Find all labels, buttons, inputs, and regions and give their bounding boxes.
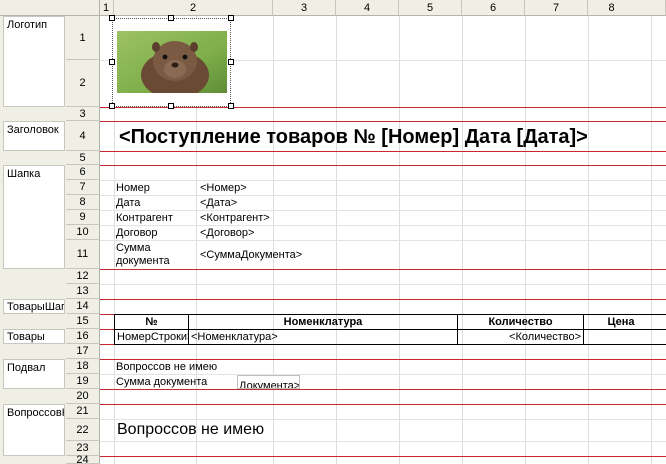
sheet-corner[interactable] — [0, 0, 100, 16]
row-header-5[interactable]: 5 — [66, 151, 100, 165]
footer-sum-value-cell[interactable]: Документа> — [237, 375, 300, 389]
row-header-16[interactable]: 16 — [66, 329, 100, 344]
field-label-date[interactable]: Дата — [116, 197, 140, 210]
grid-line — [100, 374, 666, 375]
row-header-24[interactable]: 24 — [66, 454, 100, 464]
field-value-date[interactable]: <Дата> — [200, 197, 237, 210]
field-value-number[interactable]: <Номер> — [200, 182, 247, 195]
row-header-11[interactable]: 11 — [66, 240, 100, 269]
section-boundary — [66, 359, 666, 360]
section-boundary — [66, 456, 666, 457]
row-header-6[interactable]: 6 — [66, 165, 100, 180]
section-boundary — [66, 107, 666, 108]
grid-line — [100, 210, 666, 211]
field-label-counterparty[interactable]: Контрагент — [116, 212, 173, 225]
resize-handle[interactable] — [109, 59, 115, 65]
group-goods-header[interactable]: ТоварыШапка — [3, 299, 65, 314]
document-title[interactable]: <Поступление товаров № [Номер] Дата [Дат… — [119, 126, 588, 148]
grid-line — [100, 419, 666, 420]
resize-handle[interactable] — [168, 15, 174, 21]
footer-sum-value: Документа> — [239, 380, 300, 389]
table-header-price[interactable]: Цена — [583, 314, 666, 330]
row-header-3[interactable]: 3 — [66, 107, 100, 121]
column-header-5[interactable]: 5 — [399, 0, 462, 16]
row-header-9[interactable]: 9 — [66, 210, 100, 225]
column-header-2[interactable]: 2 — [114, 0, 273, 16]
table-header-quantity[interactable]: Количество — [457, 314, 584, 330]
field-label-number[interactable]: Номер — [116, 182, 150, 195]
column-header-8[interactable]: 8 — [588, 0, 666, 16]
questions-text[interactable]: Вопроссов не имею — [117, 421, 264, 439]
section-boundary — [66, 404, 666, 405]
resize-handle[interactable] — [109, 103, 115, 109]
footer-sum-label[interactable]: Сумма документа — [116, 376, 207, 389]
section-boundary — [66, 269, 666, 270]
group-logo[interactable]: Логотип — [3, 16, 65, 107]
group-questions[interactable]: ВопроссовНет — [3, 404, 65, 456]
row-header-21[interactable]: 21 — [66, 404, 100, 419]
resize-handle[interactable] — [228, 15, 234, 21]
field-value-counterparty[interactable]: <Контрагент> — [200, 212, 270, 225]
table-cell-quantity[interactable]: <Количество> — [457, 329, 584, 345]
field-label-sum-line1[interactable]: Сумма — [116, 242, 151, 255]
column-header-3[interactable]: 3 — [273, 0, 336, 16]
row-header-12[interactable]: 12 — [66, 269, 100, 284]
grid-line — [100, 225, 666, 226]
row-header-19[interactable]: 19 — [66, 374, 100, 389]
row-header-17[interactable]: 17 — [66, 344, 100, 359]
field-value-contract[interactable]: <Договор> — [200, 227, 254, 240]
row-header-18[interactable]: 18 — [66, 359, 100, 374]
section-boundary — [66, 151, 666, 152]
section-boundary — [66, 299, 666, 300]
row-header-2[interactable]: 2 — [66, 60, 100, 107]
row-header-20[interactable]: 20 — [66, 389, 100, 404]
row-header-4[interactable]: 4 — [66, 121, 100, 151]
table-header-nomenclature[interactable]: Номенклатура — [188, 314, 458, 330]
field-label-contract[interactable]: Договор — [116, 227, 158, 240]
table-header-number[interactable]: № — [114, 314, 189, 330]
column-header-6[interactable]: 6 — [462, 0, 525, 16]
row-header-8[interactable]: 8 — [66, 195, 100, 210]
column-header-4[interactable]: 4 — [336, 0, 399, 16]
resize-handle[interactable] — [228, 103, 234, 109]
table-cell-nomenclature[interactable]: <Номенклатура> — [188, 329, 458, 345]
table-cell-row-number[interactable]: НомерСтроки> — [114, 329, 189, 345]
grid-line — [100, 195, 666, 196]
group-title[interactable]: Заголовок — [3, 121, 65, 151]
resize-handle[interactable] — [109, 15, 115, 21]
row-header-13[interactable]: 13 — [66, 284, 100, 299]
logo-picture[interactable] — [112, 18, 231, 107]
field-value-sum[interactable]: <СуммаДокумента> — [200, 249, 302, 262]
row-header-14[interactable]: 14 — [66, 299, 100, 314]
spreadsheet-layout-editor[interactable]: 1 2 3 4 5 6 7 8 1 2 3 4 5 6 7 8 9 10 11 … — [0, 0, 666, 464]
field-label-sum-line2[interactable]: документа — [116, 255, 170, 268]
grid-line — [100, 441, 666, 442]
group-footer[interactable]: Подвал — [3, 359, 65, 389]
section-boundary — [66, 389, 666, 390]
row-header-10[interactable]: 10 — [66, 225, 100, 240]
marmot-photo-icon — [117, 31, 227, 93]
row-header-15[interactable]: 15 — [66, 314, 100, 329]
table-cell-price[interactable] — [583, 329, 666, 345]
footer-text[interactable]: Вопроссов не имею — [116, 361, 217, 374]
grid-line — [100, 284, 666, 285]
resize-handle[interactable] — [228, 59, 234, 65]
row-header-1[interactable]: 1 — [66, 16, 100, 60]
group-goods[interactable]: Товары — [3, 329, 65, 344]
column-header-7[interactable]: 7 — [525, 0, 588, 16]
group-header[interactable]: Шапка — [3, 165, 65, 269]
row-header-7[interactable]: 7 — [66, 180, 100, 195]
grid-line — [100, 240, 666, 241]
resize-handle[interactable] — [168, 103, 174, 109]
section-boundary — [66, 165, 666, 166]
column-header-1[interactable]: 1 — [100, 0, 114, 16]
section-boundary — [66, 121, 666, 122]
grid-line — [100, 180, 666, 181]
row-header-22[interactable]: 22 — [66, 419, 100, 441]
